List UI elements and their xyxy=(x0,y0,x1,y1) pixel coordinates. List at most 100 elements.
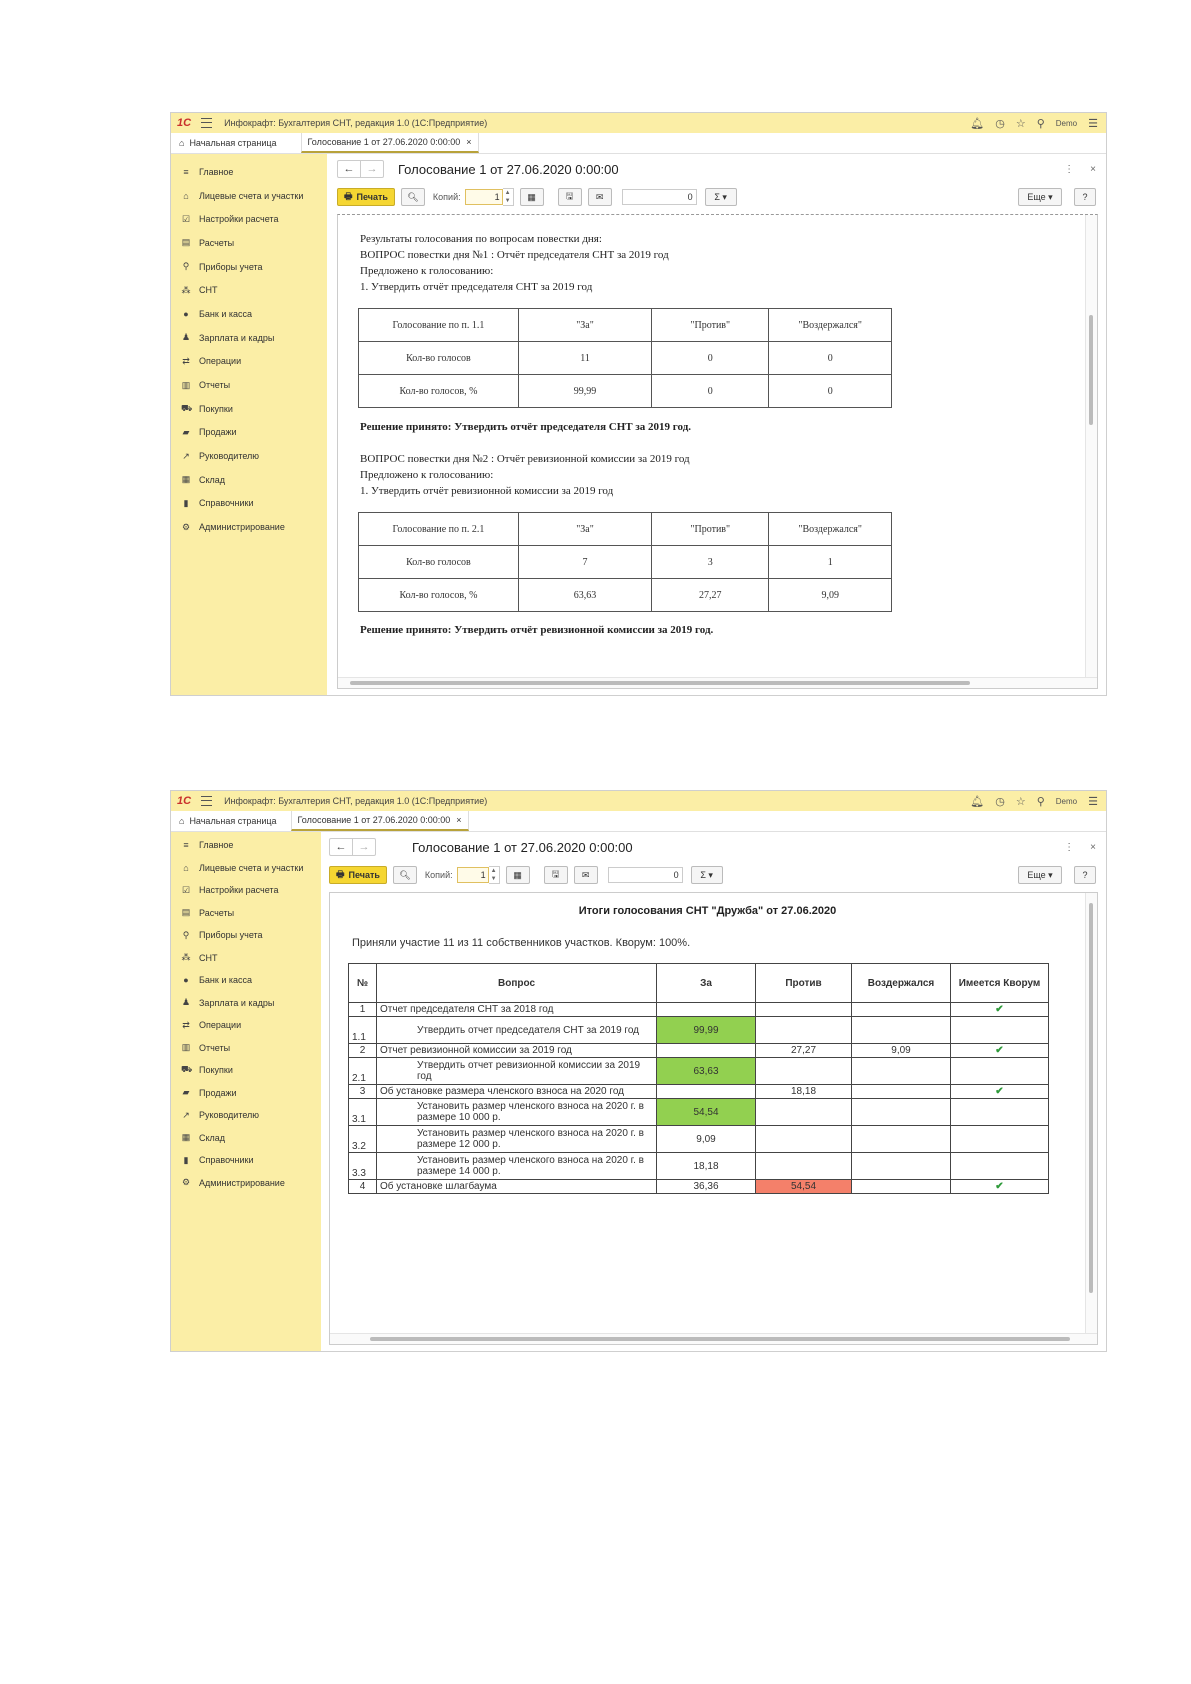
user-name[interactable]: Demo xyxy=(1056,119,1077,128)
table-settings-button[interactable]: ▦ xyxy=(519,188,544,206)
sum-button[interactable]: Σ ▾ xyxy=(704,188,737,206)
search-icon[interactable]: ⚲ xyxy=(1037,117,1045,130)
sidebar-item-label: Продажи xyxy=(199,427,237,438)
user-name[interactable]: Demo xyxy=(1056,797,1077,806)
row-question: Установить размер членского взноса на 20… xyxy=(376,1098,657,1126)
sidebar-item[interactable]: ⚙ Администрирование xyxy=(171,1172,321,1195)
tab-document[interactable]: Голосование 1 от 27.06.2020 0:00:00 × xyxy=(300,133,479,153)
sidebar-item[interactable]: ☑ Настройки расчета xyxy=(171,879,321,902)
email-button[interactable]: ✉ xyxy=(587,188,612,206)
sidebar-item[interactable]: ⁂ СНТ xyxy=(171,947,321,970)
copies-input[interactable]: 1 xyxy=(456,867,489,883)
tab-home[interactable]: ⌂ Начальная страница xyxy=(171,811,285,831)
table-cell: Кол-во голосов, % xyxy=(358,578,519,612)
save-button[interactable]: 🖫 xyxy=(557,188,582,206)
sidebar-item[interactable]: ▤ Расчеты xyxy=(171,231,327,255)
sidebar-item[interactable]: ▮ Справочники xyxy=(171,492,327,516)
star-icon[interactable]: ☆ xyxy=(1016,795,1026,808)
menu-icon[interactable] xyxy=(201,118,213,128)
sidebar-item[interactable]: ♟ Зарплата и кадры xyxy=(171,992,321,1015)
preview-button[interactable]: 🔍︎ xyxy=(400,188,425,206)
preview-button[interactable]: 🔍︎ xyxy=(392,866,417,884)
sidebar-item[interactable]: ● Банк и касса xyxy=(171,969,321,992)
history-icon[interactable]: ◷ xyxy=(995,795,1005,808)
sidebar-item[interactable]: ♟ Зарплата и кадры xyxy=(171,326,327,350)
sidebar-item[interactable]: ▰ Продажи xyxy=(171,421,327,445)
menu-icon[interactable] xyxy=(201,796,213,806)
sidebar-item[interactable]: ≡ Главное xyxy=(171,160,327,184)
bell-icon[interactable]: 🔔︎ xyxy=(970,117,984,130)
search-icon[interactable]: ⚲ xyxy=(1037,795,1045,808)
vertical-scrollbar[interactable] xyxy=(1085,893,1097,1334)
sidebar-item-label: Приборы учета xyxy=(199,261,263,272)
copies-input[interactable]: 1 xyxy=(464,189,503,205)
sidebar-item[interactable]: ▥ Отчеты xyxy=(171,373,327,397)
help-button[interactable]: ? xyxy=(1074,188,1096,206)
close-icon[interactable]: × xyxy=(1090,164,1096,175)
tab-home[interactable]: ⌂ Начальная страница xyxy=(171,133,285,153)
more-actions-icon[interactable]: ⋮ xyxy=(1064,164,1074,175)
more-button[interactable]: Еще ▾ xyxy=(1018,866,1062,884)
sidebar-item-label: Банк и касса xyxy=(199,975,252,986)
more-actions-icon[interactable]: ⋮ xyxy=(1064,842,1074,853)
sidebar-item[interactable]: ⇄ Операции xyxy=(171,350,327,374)
settings-menu-icon[interactable]: ☰ xyxy=(1088,795,1098,808)
sidebar-item[interactable]: ↗ Руководителю xyxy=(171,444,327,468)
sidebar-item[interactable]: ⌂ Лицевые счета и участки xyxy=(171,857,321,880)
votes-against xyxy=(755,1016,852,1044)
sidebar-icon: ● xyxy=(183,975,189,986)
print-button[interactable]: 🖶 Печать xyxy=(329,866,387,884)
item-2: 1. Утвердить отчёт ревизионной комиссии … xyxy=(360,485,614,497)
sidebar-item[interactable]: ⌂ Лицевые счета и участки xyxy=(171,184,327,208)
table-settings-button[interactable]: ▦ xyxy=(505,866,530,884)
header-cell: "За" xyxy=(517,308,653,342)
history-icon[interactable]: ◷ xyxy=(995,117,1005,130)
sidebar-item[interactable]: ↗ Руководителю xyxy=(171,1104,321,1127)
sidebar-item[interactable]: ● Банк и касса xyxy=(171,302,327,326)
sidebar-item[interactable]: ⛟ Покупки xyxy=(171,397,327,421)
more-button[interactable]: Еще ▾ xyxy=(1018,188,1062,206)
sidebar-item[interactable]: ⛟ Покупки xyxy=(171,1059,321,1082)
table-row: 1.1 Утвердить отчет председателя СНТ за 2… xyxy=(348,1016,1049,1044)
sidebar-item[interactable]: ▮ Справочники xyxy=(171,1149,321,1172)
print-button[interactable]: 🖶 Печать xyxy=(337,188,395,206)
sidebar-item-label: Покупки xyxy=(199,1065,233,1076)
sidebar-item[interactable]: ▰ Продажи xyxy=(171,1082,321,1105)
document-title: Голосование 1 от 27.06.2020 0:00:00 xyxy=(398,161,619,177)
email-button[interactable]: ✉ xyxy=(573,866,598,884)
sidebar-item[interactable]: ▥ Отчеты xyxy=(171,1037,321,1060)
copies-stepper[interactable]: ▲ ▼ xyxy=(502,188,514,206)
table-cell: Кол-во голосов, % xyxy=(358,374,519,408)
sidebar-item[interactable]: ⚲ Приборы учета xyxy=(171,255,327,279)
sum-field[interactable]: 0 xyxy=(621,189,697,205)
star-icon[interactable]: ☆ xyxy=(1016,117,1026,130)
save-button[interactable]: 🖫 xyxy=(543,866,568,884)
sidebar-item[interactable]: ▤ Расчеты xyxy=(171,902,321,925)
back-icon[interactable]: ← xyxy=(330,839,352,855)
sum-field[interactable]: 0 xyxy=(607,867,683,883)
settings-menu-icon[interactable]: ☰ xyxy=(1088,117,1098,130)
forward-icon[interactable]: → xyxy=(352,839,375,855)
vertical-scrollbar[interactable] xyxy=(1085,215,1097,678)
sidebar-item[interactable]: ⁂ СНТ xyxy=(171,278,327,302)
tab-document[interactable]: Голосование 1 от 27.06.2020 0:00:00 × xyxy=(290,811,469,831)
sidebar-item[interactable]: ⚲ Приборы учета xyxy=(171,924,321,947)
horizontal-scrollbar[interactable] xyxy=(338,677,1097,688)
sidebar-item[interactable]: ☑ Настройки расчета xyxy=(171,207,327,231)
horizontal-scrollbar[interactable] xyxy=(330,1333,1097,1344)
sidebar-item[interactable]: ⇄ Операции xyxy=(171,1014,321,1037)
sidebar-item[interactable]: ⚙ Администрирование xyxy=(171,515,327,539)
bell-icon[interactable]: 🔔︎ xyxy=(970,795,984,808)
back-icon[interactable]: ← xyxy=(338,161,360,177)
sidebar-item[interactable]: ▦ Склад xyxy=(171,1127,321,1150)
sum-button[interactable]: Σ ▾ xyxy=(690,866,723,884)
help-button[interactable]: ? xyxy=(1074,866,1096,884)
close-tab-icon[interactable]: × xyxy=(466,137,471,147)
copies-stepper[interactable]: ▲ ▼ xyxy=(488,866,500,884)
sidebar-item[interactable]: ▦ Склад xyxy=(171,468,327,492)
close-tab-icon[interactable]: × xyxy=(456,815,461,825)
close-icon[interactable]: × xyxy=(1090,842,1096,853)
sidebar-item[interactable]: ≡ Главное xyxy=(171,834,321,857)
sidebar: ≡ Главное ⌂ Лицевые счета и участки ☑ Настрой… xyxy=(171,832,321,1351)
forward-icon[interactable]: → xyxy=(360,161,383,177)
